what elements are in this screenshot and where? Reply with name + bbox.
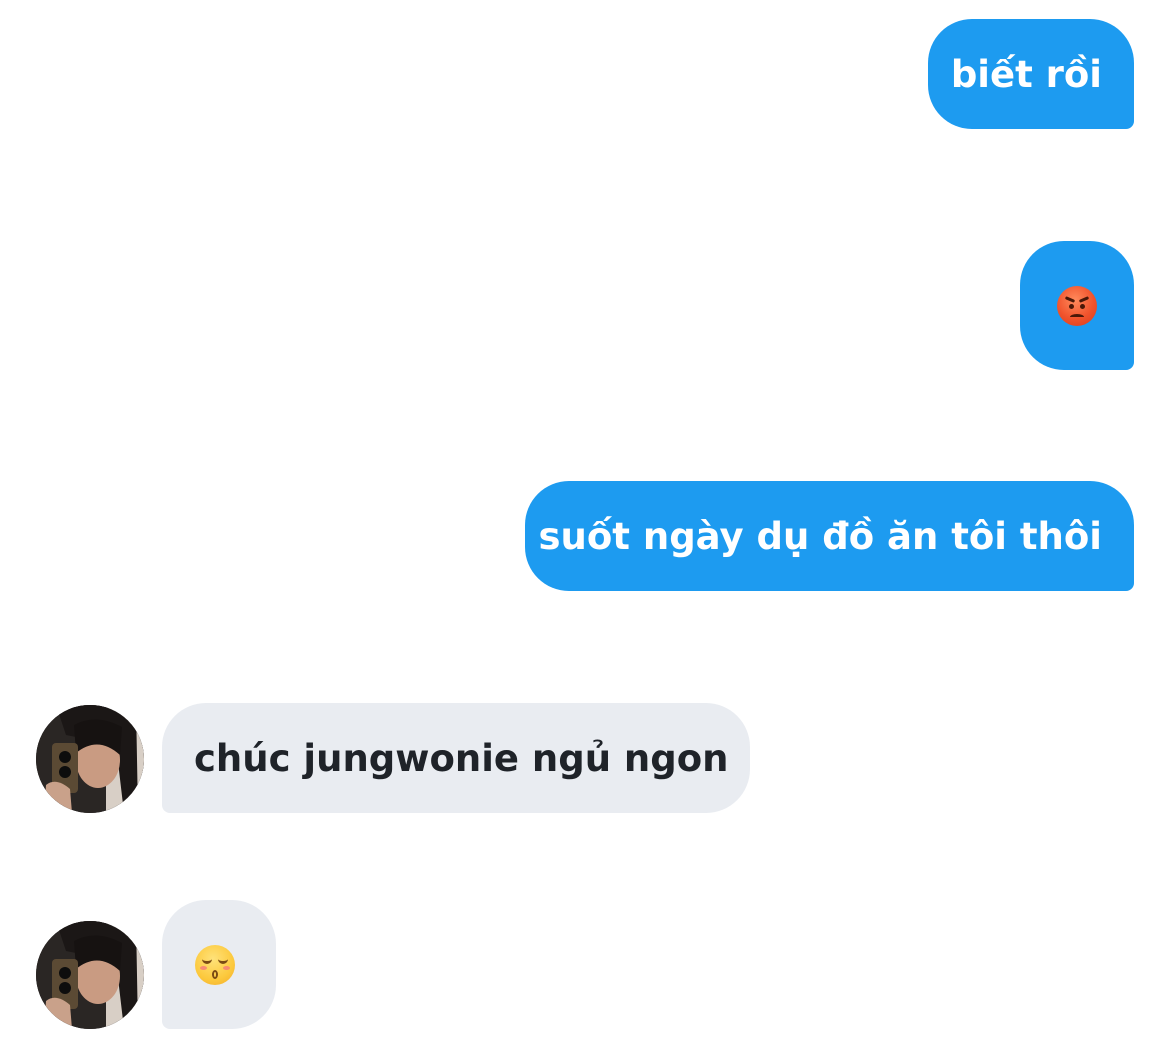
outgoing-message-bubble[interactable]: biết rồi — [928, 19, 1134, 129]
outgoing-message-bubble[interactable]: suốt ngày dụ đồ ăn tôi thôi — [525, 481, 1134, 591]
angry-face-icon — [1057, 285, 1097, 326]
outgoing-message-bubble[interactable] — [1020, 241, 1134, 370]
incoming-message-bubble[interactable]: chúc jungwonie ngủ ngon — [162, 703, 750, 813]
incoming-message-bubble[interactable] — [162, 900, 276, 1029]
message-text: suốt ngày dụ đồ ăn tôi thôi — [538, 514, 1103, 558]
message-text: biết rồi — [950, 52, 1102, 96]
contact-avatar[interactable] — [36, 705, 144, 813]
contact-avatar[interactable] — [36, 921, 144, 1029]
kissing-smiling-eyes-icon — [195, 944, 235, 985]
message-text: chúc jungwonie ngủ ngon — [194, 736, 729, 780]
